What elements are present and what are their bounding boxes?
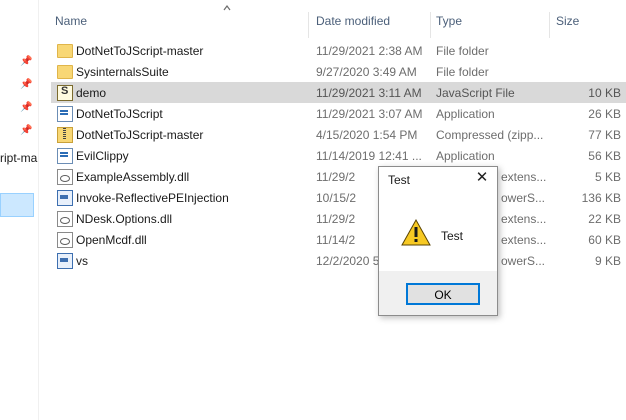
file-name: OpenMcdf.dll (76, 233, 147, 247)
file-name: EvilClippy (76, 149, 129, 163)
dll-icon (57, 232, 73, 248)
file-size: 56 KB (588, 149, 621, 163)
file-type: Application (436, 107, 495, 121)
file-type: owerS... (501, 254, 546, 268)
nav-item-truncated[interactable]: ript-ma (0, 151, 37, 165)
close-icon[interactable]: ✕ (475, 170, 489, 185)
dialog-footer: OK (379, 271, 497, 315)
file-name: DotNetToJScript (76, 107, 163, 121)
file-name: NDesk.Options.dll (76, 212, 173, 226)
pin-icon: 📌 (20, 56, 33, 67)
file-date: 4/15/2020 1:54 PM (316, 128, 418, 142)
file-row[interactable]: NDesk.Options.dll 11/29/2 extens... 22 K… (51, 208, 626, 229)
file-date: 11/29/2021 2:38 AM (316, 44, 423, 58)
dll-icon (57, 169, 73, 185)
file-row[interactable]: SysinternalsSuite 9/27/2020 3:49 AM File… (51, 61, 626, 82)
dll-icon (57, 211, 73, 227)
file-type: Compressed (zipp... (436, 128, 544, 142)
powershell-icon (57, 190, 73, 206)
dialog-title: Test (388, 173, 411, 187)
file-row[interactable]: ExampleAssembly.dll 11/29/2 extens... 5 … (51, 166, 626, 187)
pin-icon: 📌 (20, 125, 33, 136)
column-header-size[interactable]: Size (556, 14, 579, 28)
file-size: 26 KB (588, 107, 621, 121)
file-row[interactable]: EvilClippy 11/14/2019 12:41 ... Applicat… (51, 145, 626, 166)
pin-icon: 📌 (20, 79, 33, 90)
file-date: 11/14/2019 12:41 ... (316, 149, 422, 163)
file-type: extens... (501, 170, 547, 184)
folder-icon (57, 44, 73, 58)
file-type: JavaScript File (436, 86, 515, 100)
column-header-type[interactable]: Type (436, 14, 462, 28)
column-divider[interactable] (308, 12, 309, 38)
pin-icon: 📌 (20, 102, 33, 113)
file-size: 60 KB (588, 233, 621, 247)
file-name: Invoke-ReflectivePEInjection (76, 191, 229, 205)
file-name: ExampleAssembly.dll (76, 170, 190, 184)
file-row[interactable]: DotNetToJScript-master 11/29/2021 2:38 A… (51, 40, 626, 61)
file-type: owerS... (501, 191, 546, 205)
application-icon (57, 148, 73, 164)
file-size: 77 KB (588, 128, 621, 142)
application-icon (57, 106, 73, 122)
message-box-dialog[interactable]: Test ✕ Test OK (378, 166, 498, 316)
file-date: 11/29/2021 3:07 AM (316, 107, 423, 121)
dialog-body: Test (379, 195, 497, 271)
file-name: DotNetToJScript-master (76, 128, 204, 142)
dialog-message: Test (441, 229, 464, 243)
file-type: File folder (436, 65, 489, 79)
file-name: demo (76, 86, 107, 100)
file-row[interactable]: DotNetToJScript 11/29/2021 3:07 AM Appli… (51, 103, 626, 124)
file-row[interactable]: OpenMcdf.dll 11/14/2 extens... 60 KB (51, 229, 626, 250)
file-size: 10 KB (588, 86, 621, 100)
file-name: SysinternalsSuite (76, 65, 169, 79)
ok-button[interactable]: OK (406, 283, 480, 305)
file-size: 5 KB (594, 170, 621, 184)
file-size: 136 KB (581, 191, 621, 205)
file-type: Application (436, 149, 495, 163)
file-type: File folder (436, 44, 489, 58)
sort-ascending-icon (223, 5, 231, 11)
navigation-pane[interactable]: 📌 📌 📌 📌 ript-ma (0, 0, 39, 420)
nav-item-selected[interactable] (0, 193, 34, 217)
folder-icon (57, 65, 73, 79)
column-header-row: Name Date modified Type Size (48, 5, 626, 38)
column-divider[interactable] (430, 12, 431, 38)
file-date: 11/29/2021 3:11 AM (316, 86, 422, 100)
file-row[interactable]: vs 12/2/2020 5 owerS... 9 KB (51, 250, 626, 271)
file-name: vs (76, 254, 88, 268)
zip-icon (57, 127, 73, 143)
file-size: 9 KB (594, 254, 621, 268)
file-date: 9/27/2020 3:49 AM (316, 65, 417, 79)
file-type: extens... (501, 212, 547, 226)
file-row[interactable]: DotNetToJScript-master 4/15/2020 1:54 PM… (51, 124, 626, 145)
file-row[interactable]: Invoke-ReflectivePEInjection 10/15/2 owe… (51, 187, 626, 208)
file-type: extens... (501, 233, 547, 247)
column-header-date[interactable]: Date modified (316, 14, 390, 28)
warning-icon (401, 219, 431, 246)
column-header-name[interactable]: Name (55, 14, 87, 28)
powershell-icon (57, 253, 73, 269)
file-size: 22 KB (588, 212, 621, 226)
column-divider[interactable] (549, 12, 550, 38)
file-row-selected[interactable]: demo 11/29/2021 3:11 AM JavaScript File … (51, 82, 626, 103)
file-name: DotNetToJScript-master (76, 44, 204, 58)
javascript-file-icon (57, 85, 73, 101)
